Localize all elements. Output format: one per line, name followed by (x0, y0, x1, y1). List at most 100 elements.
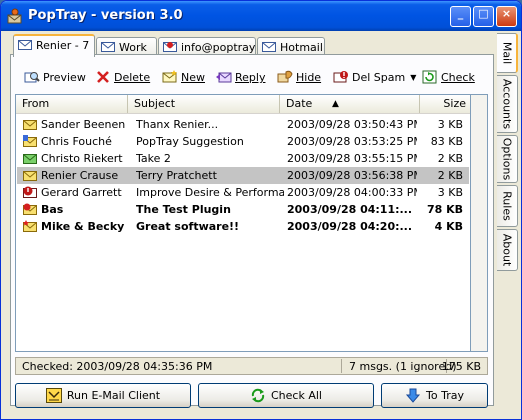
tab-label: Work (119, 41, 147, 54)
reply-label: Reply (235, 71, 266, 84)
message-row[interactable]: Sander Beenen Thanx Renier... 2003/09/28… (17, 116, 469, 133)
preview-icon (24, 72, 40, 83)
column-header-from[interactable]: From (16, 95, 128, 113)
row-from: Renier Crause (41, 169, 119, 182)
row-subject: Improve Desire & Performa... (136, 186, 284, 199)
to-tray-label: To Tray (426, 389, 464, 402)
tab-label: Renier - 7 (36, 39, 90, 52)
status-checked-time: Checked: 2003/09/28 04:35:36 PM (22, 360, 213, 373)
row-from: Mike & Becky (41, 220, 125, 233)
envelope-icon (18, 40, 32, 50)
message-row-unread[interactable]: Mike & Becky Great software!! 2003/09/28… (17, 218, 469, 235)
new-label: New (181, 71, 205, 84)
row-subject: Terry Pratchett (136, 169, 217, 182)
check-all-label: Check All (271, 389, 322, 402)
envelope-icon (262, 42, 276, 52)
check-button[interactable]: Check (422, 70, 475, 88)
run-client-label: Run E-Mail Client (66, 389, 161, 402)
spam-envelope-icon (23, 186, 37, 198)
row-subject: Thanx Renier... (136, 118, 219, 131)
side-tab-options[interactable]: Options (497, 135, 518, 183)
email-client-icon (45, 388, 62, 403)
message-list[interactable]: From Subject Date ▲ Size Sander Beenen Th… (15, 94, 471, 352)
poptray-app-icon (7, 8, 22, 24)
maximize-glyph: □ (478, 7, 489, 20)
hide-icon (277, 70, 293, 83)
delete-label: Delete (114, 71, 151, 84)
main-window: PopTray - version 3.0 _ □ × Renier - 7 W… (0, 0, 522, 420)
row-from: Chris Fouché (41, 135, 112, 148)
message-row-unread[interactable]: Bas The Test Plugin 2003/09/28 04:11:...… (17, 201, 469, 218)
close-glyph: × (501, 7, 512, 20)
envelope-attachment-icon (23, 135, 37, 147)
tab-account-renier[interactable]: Renier - 7 (13, 34, 95, 57)
delete-button[interactable]: Delete (95, 70, 150, 88)
list-scrollbar[interactable] (471, 94, 488, 352)
preview-button[interactable]: Preview (24, 70, 86, 88)
row-from: Sander Beenen (41, 118, 126, 131)
row-subject: The Test Plugin (136, 203, 231, 216)
column-label: Date (286, 97, 313, 110)
envelope-yellow-icon (23, 171, 37, 181)
close-button[interactable]: × (496, 6, 517, 27)
column-label: Size (443, 97, 466, 110)
row-from: Bas (41, 203, 64, 216)
row-date: 2003/09/28 03:53:25 PM (287, 135, 417, 148)
new-mail-button[interactable]: New (162, 70, 205, 88)
row-size: 3 KB (437, 118, 463, 131)
del-spam-button[interactable]: Del Spam ▼ (333, 70, 416, 88)
title-bar[interactable]: PopTray - version 3.0 _ □ × (1, 1, 521, 31)
refresh-icon (251, 388, 265, 403)
row-subject: PopTray Suggestion (136, 135, 244, 148)
window-title: PopTray - version 3.0 (28, 8, 183, 23)
row-date: 2003/09/28 04:11:... (287, 203, 413, 216)
preview-label: Preview (43, 71, 86, 84)
row-from: Christo Riekert (41, 152, 123, 165)
row-from: Gerard Garrett (41, 186, 122, 199)
side-tab-about[interactable]: About (497, 229, 518, 271)
side-tab-mail[interactable]: Mail (497, 33, 518, 73)
to-tray-button[interactable]: To Tray (381, 383, 488, 408)
tab-label: info@poptray (181, 41, 256, 54)
envelope-yellow-icon (23, 120, 37, 130)
new-mail-icon (162, 70, 177, 83)
row-size: 78 KB (426, 203, 463, 216)
side-tab-accounts[interactable]: Accounts (497, 75, 518, 133)
side-tab-label: Rules (500, 191, 514, 221)
new-envelope-red-icon (23, 203, 37, 215)
maximize-button[interactable]: □ (473, 6, 494, 27)
row-size: 4 KB (434, 220, 463, 233)
side-tab-label: Options (500, 137, 514, 181)
check-icon (422, 70, 437, 84)
row-date: 2003/09/28 04:00:33 PM (287, 186, 417, 199)
run-email-client-button[interactable]: Run E-Mail Client (15, 383, 191, 408)
column-header-size[interactable]: Size (420, 95, 470, 113)
dropdown-arrow-icon[interactable]: ▼ (410, 73, 416, 82)
tab-label: Hotmail (280, 41, 323, 54)
message-row[interactable]: Chris Fouché PopTray Suggestion 2003/09/… (17, 133, 469, 150)
delete-x-icon (97, 71, 109, 83)
message-row-selected[interactable]: Renier Crause Terry Pratchett 2003/09/28… (17, 167, 469, 184)
status-divider (341, 359, 342, 373)
column-header-subject[interactable]: Subject (128, 95, 280, 113)
sort-ascending-icon: ▲ (332, 99, 339, 109)
row-date: 2003/09/28 04:20:... (287, 220, 413, 233)
down-arrow-icon (405, 388, 421, 403)
reply-icon (216, 72, 232, 83)
hide-button[interactable]: Hide (277, 70, 321, 88)
column-label: Subject (134, 97, 176, 110)
minimize-button[interactable]: _ (450, 6, 471, 27)
column-header-date[interactable]: Date ▲ (280, 95, 420, 113)
row-subject: Take 2 (136, 152, 171, 165)
del-spam-label: Del Spam (352, 71, 406, 84)
envelope-icon (101, 42, 115, 52)
reply-button[interactable]: Reply (216, 70, 265, 88)
check-label: Check (441, 71, 475, 84)
check-all-button[interactable]: Check All (198, 383, 374, 408)
message-row[interactable]: Gerard Garrett Improve Desire & Performa… (17, 184, 469, 201)
side-tab-label: About (500, 233, 514, 267)
side-tab-rules[interactable]: Rules (497, 185, 518, 227)
status-message-count: 7 msgs. (1 ignored) (349, 360, 457, 373)
row-size: 83 KB (430, 135, 463, 148)
message-row[interactable]: Christo Riekert Take 2 2003/09/28 03:55:… (17, 150, 469, 167)
